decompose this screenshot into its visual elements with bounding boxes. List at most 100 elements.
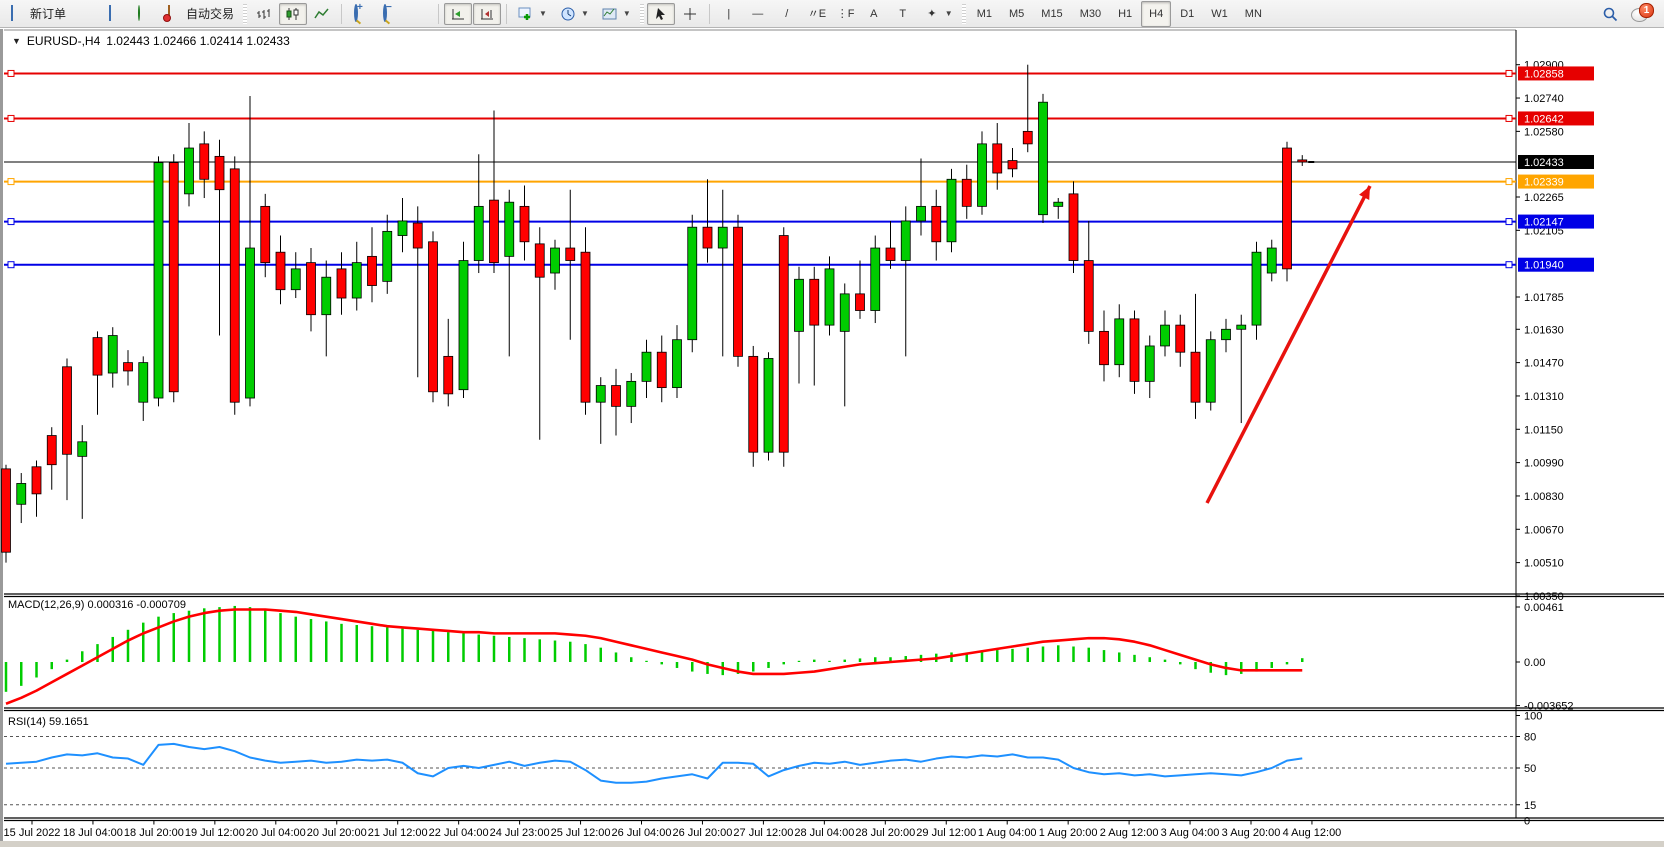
level-handle[interactable] <box>1506 70 1512 76</box>
candle[interactable] <box>215 156 224 189</box>
level-handle[interactable] <box>8 115 14 121</box>
timeframe-button-m30[interactable]: M30 <box>1072 1 1109 27</box>
candle[interactable] <box>1283 148 1292 269</box>
candle[interactable] <box>505 202 514 256</box>
templates-button[interactable]: ▼ <box>596 3 637 25</box>
candle[interactable] <box>642 352 651 381</box>
candle[interactable] <box>139 363 148 403</box>
timeframe-button-h4[interactable]: H4 <box>1141 1 1171 27</box>
autotrading-button[interactable]: 自动交易 <box>160 3 240 25</box>
candle[interactable] <box>307 263 316 315</box>
candle[interactable] <box>246 248 255 398</box>
candle[interactable] <box>901 221 910 261</box>
chart-shift-button[interactable] <box>473 3 501 25</box>
arrows-button[interactable]: ✦▼ <box>918 3 959 25</box>
candle[interactable] <box>779 236 788 453</box>
candle[interactable] <box>673 340 682 388</box>
candle[interactable] <box>1069 194 1078 261</box>
candle[interactable] <box>108 336 117 374</box>
candle[interactable] <box>871 248 880 310</box>
data-window-button[interactable] <box>102 3 130 25</box>
timeframe-button-w1[interactable]: W1 <box>1203 1 1236 27</box>
candle[interactable] <box>520 206 529 241</box>
candle[interactable] <box>63 367 72 455</box>
candle[interactable] <box>1252 252 1261 325</box>
candle[interactable] <box>93 338 102 376</box>
zoom-out-button[interactable]: − <box>376 3 404 25</box>
trendline-button[interactable]: / <box>773 3 801 25</box>
level-handle[interactable] <box>8 179 14 185</box>
candle[interactable] <box>734 227 743 356</box>
candle[interactable] <box>1237 325 1246 329</box>
bar-chart-button[interactable] <box>250 3 278 25</box>
candle[interactable] <box>825 269 834 325</box>
candle[interactable] <box>1130 319 1139 382</box>
timeframe-button-m15[interactable]: M15 <box>1033 1 1070 27</box>
periods-button[interactable]: ▼ <box>554 3 595 25</box>
crosshair-button[interactable] <box>676 3 704 25</box>
candle[interactable] <box>810 279 819 325</box>
timeframe-button-m1[interactable]: M1 <box>969 1 1000 27</box>
level-handle[interactable] <box>8 262 14 268</box>
candle[interactable] <box>47 436 56 465</box>
candle[interactable] <box>749 356 758 452</box>
candle[interactable] <box>322 277 331 315</box>
level-handle[interactable] <box>1506 179 1512 185</box>
text-button[interactable]: A <box>860 3 888 25</box>
candle[interactable] <box>764 358 773 452</box>
candle[interactable] <box>535 244 544 277</box>
candle[interactable] <box>1054 202 1063 206</box>
candle[interactable] <box>856 294 865 311</box>
candle[interactable] <box>978 144 987 207</box>
candle[interactable] <box>1206 340 1215 403</box>
candle[interactable] <box>337 269 346 298</box>
candle[interactable] <box>398 221 407 236</box>
candle[interactable] <box>1115 319 1124 365</box>
candle[interactable] <box>1008 161 1017 169</box>
vertical-line-button[interactable]: | <box>715 3 743 25</box>
notifications-button[interactable]: 1 <box>1625 3 1654 25</box>
search-button[interactable] <box>1596 3 1624 25</box>
symbol-dropdown-icon[interactable]: ▼ <box>12 36 21 46</box>
candle[interactable] <box>17 483 26 504</box>
level-handle[interactable] <box>1506 219 1512 225</box>
candle[interactable] <box>566 248 575 260</box>
candle[interactable] <box>78 442 87 457</box>
candle[interactable] <box>169 163 178 392</box>
candle[interactable] <box>32 467 41 494</box>
candle[interactable] <box>444 356 453 394</box>
candle[interactable] <box>551 248 560 273</box>
timeframe-button-d1[interactable]: D1 <box>1172 1 1202 27</box>
candle[interactable] <box>383 231 392 281</box>
chart-canvas[interactable]: 1.029001.027401.025801.022651.021051.017… <box>0 0 1664 847</box>
candle[interactable] <box>962 179 971 206</box>
candle[interactable] <box>596 386 605 403</box>
candle[interactable] <box>1267 248 1276 273</box>
candle[interactable] <box>1084 261 1093 332</box>
candle[interactable] <box>627 381 636 406</box>
timeframe-button-mn[interactable]: MN <box>1237 1 1270 27</box>
candle[interactable] <box>917 206 926 221</box>
candle[interactable] <box>1222 329 1231 339</box>
candle[interactable] <box>459 261 468 390</box>
candle[interactable] <box>688 227 697 340</box>
candle[interactable] <box>230 169 239 402</box>
candlestick-chart-button[interactable] <box>279 3 307 25</box>
fibonacci-button[interactable]: ⋮F <box>831 3 859 25</box>
candle[interactable] <box>200 144 209 179</box>
level-handle[interactable] <box>1506 115 1512 121</box>
candle[interactable] <box>413 223 422 248</box>
candle[interactable] <box>1176 325 1185 352</box>
candle[interactable] <box>154 163 163 398</box>
candle[interactable] <box>1145 346 1154 381</box>
new-order-button[interactable]: 新订单 <box>4 3 72 25</box>
candle[interactable] <box>1023 131 1032 144</box>
horizontal-line-button[interactable]: — <box>744 3 772 25</box>
candle[interactable] <box>932 206 941 241</box>
candle[interactable] <box>490 200 499 263</box>
candle[interactable] <box>2 469 11 552</box>
candle[interactable] <box>276 252 285 290</box>
candle[interactable] <box>352 263 361 298</box>
zoom-in-button[interactable]: + <box>347 3 375 25</box>
auto-scroll-button[interactable] <box>444 3 472 25</box>
